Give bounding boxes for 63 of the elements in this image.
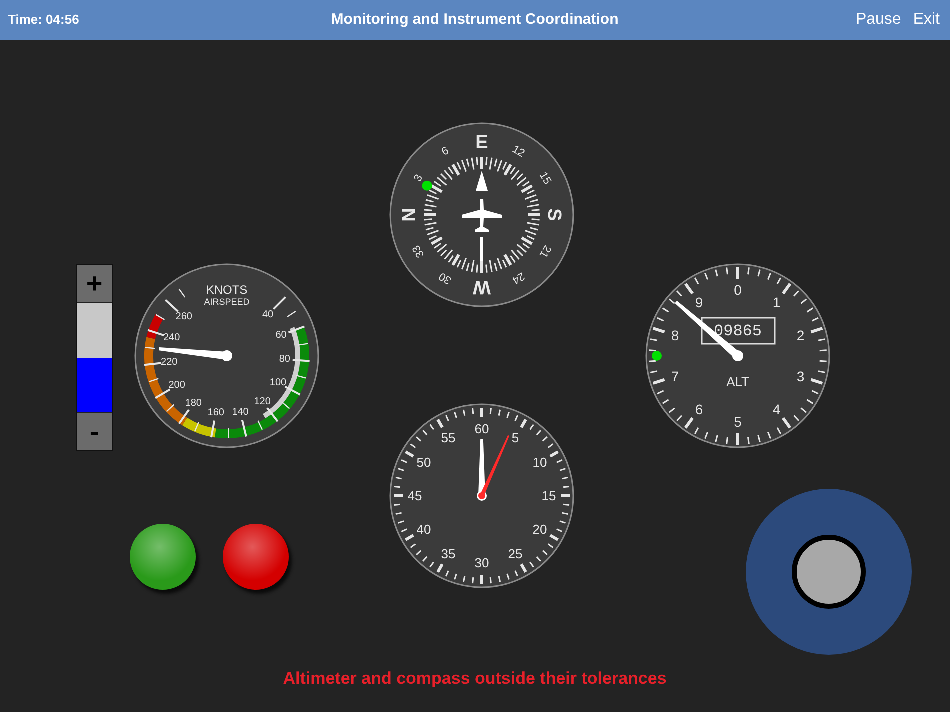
scale-label: 6 [695,401,704,418]
scale-label: 200 [168,380,186,392]
scale-label: 33 [410,243,428,260]
timer-text: Time: 04:56 [8,11,80,30]
scale-label: 7 [671,368,680,384]
scale-label: 30 [474,556,490,570]
scale-label: 12 [510,144,527,160]
scale-label: 140 [232,406,249,418]
scale-label: 40 [262,310,274,320]
scale-label: 220 [161,356,178,368]
cardinal-label: S [544,208,564,222]
scale-label: 15 [542,488,556,504]
scale-label: 45 [408,488,422,504]
pause-button[interactable]: Pause [854,8,904,32]
cardinal-label: W [473,276,491,298]
scale-label: 2 [796,328,805,344]
scale-label: 4 [772,401,781,418]
scale-label: 55 [441,430,456,446]
exit-button[interactable]: Exit [911,8,942,32]
scale-label: 15 [536,170,554,187]
scale-label: 25 [508,546,523,562]
scale-label: 120 [254,396,271,408]
scale-label: 21 [536,243,554,260]
indicator-dot [652,351,662,361]
scale-label: 40 [416,522,432,537]
scale-label: 3 [796,368,805,384]
window-title: Monitoring and Instrument Coordination [331,10,619,30]
status-message: Altimeter and compass outside their tolerances [283,669,667,688]
scale-label: 8 [671,328,680,344]
scale-label: 0 [734,282,742,298]
scale-label: 20 [532,522,548,537]
gauge-caption: ALT [726,374,750,390]
scale-label: 5 [512,430,520,446]
scale-label: 180 [185,398,202,409]
airplane-icon [462,199,502,232]
scale-label: 260 [176,311,192,322]
cardinal-label: E [476,132,488,154]
lubber-line [480,237,484,261]
scale-label: 60 [474,422,490,436]
scale-label: 60 [276,330,287,341]
heading-arrow-icon [476,171,488,191]
altitude-readout: 09865 [714,322,762,340]
scale-label: 6 [440,145,452,158]
scale-label: 35 [441,546,456,562]
scale-label: 24 [510,270,527,286]
cardinal-label: N [400,208,420,222]
scale-label: 80 [279,354,290,366]
scale-label: 3 [412,172,426,184]
indicator-dot [422,180,432,191]
unit-label: KNOTS [206,283,248,297]
decrease-button[interactable]: - [77,412,112,450]
scale-label: 30 [437,270,454,286]
scale-label: 1 [772,294,781,311]
increase-button[interactable]: + [77,265,112,303]
scale-label: 9 [695,294,704,311]
scale-label: 100 [270,378,287,389]
gauge-caption: AIRSPEED [204,297,250,307]
scale-label: 50 [416,455,432,470]
scale-label: 10 [532,455,548,470]
second-hand [478,435,510,500]
scale-label: 5 [734,414,742,430]
scale-label: 240 [164,332,180,344]
scale-label: 160 [208,407,224,418]
